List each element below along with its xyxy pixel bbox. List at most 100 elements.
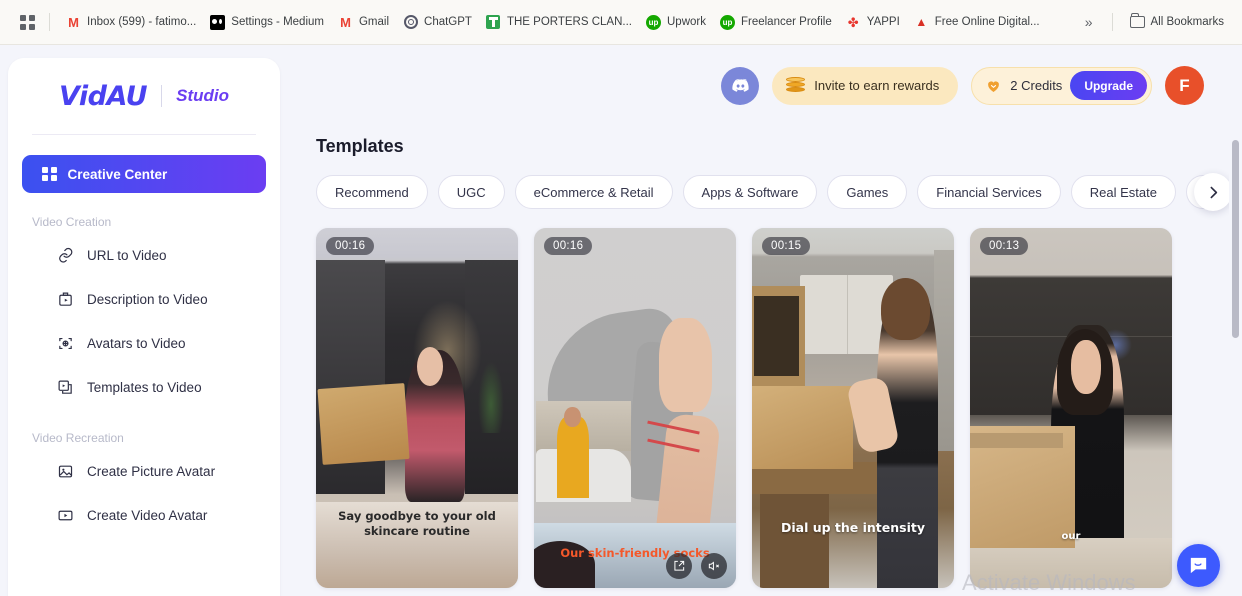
sidebar-item-label: Create Picture Avatar	[87, 463, 216, 479]
page-title: Templates	[316, 136, 404, 156]
duration-badge: 00:16	[326, 237, 375, 255]
card-caption: Dial up the intensity	[780, 520, 926, 536]
bookmark-label: ChatGPT	[424, 16, 472, 28]
duration-badge: 00:13	[980, 237, 1029, 255]
bookmarks-overflow-button[interactable]: »	[1075, 14, 1103, 30]
brand-logo[interactable]: VidAU Studio	[8, 58, 280, 134]
duration-badge: 00:16	[544, 237, 593, 255]
header-bar: Invite to earn rewards 2 Credits Upgrade…	[292, 58, 1220, 126]
bookmark-label: Gmail	[358, 16, 390, 28]
divider	[49, 13, 50, 31]
discord-button[interactable]	[721, 66, 760, 105]
upwork-icon: up	[719, 14, 735, 30]
bookmark-settings-medium[interactable]: Settings - Medium	[203, 9, 331, 35]
chip-apps-software[interactable]: Apps & Software	[682, 175, 818, 209]
sidebar-group-title-video-creation: Video Creation	[32, 215, 112, 229]
chip-financial-services[interactable]: Financial Services	[917, 175, 1061, 209]
bookmark-label: Inbox (599) - fatimo...	[87, 16, 197, 28]
sidebar-item-create-video-avatar[interactable]: Create Video Avatar	[22, 493, 266, 537]
bookmark-label: THE PORTERS CLAN...	[506, 16, 632, 28]
sidebar-item-label: Avatars to Video	[87, 335, 186, 351]
app-root: M Inbox (599) - fatimo... Settings - Med…	[0, 0, 1242, 596]
video-icon	[56, 506, 74, 524]
bookmark-upwork[interactable]: up Upwork	[639, 9, 713, 35]
share-icon[interactable]	[666, 553, 692, 579]
card-caption: our	[1061, 530, 1081, 542]
mute-icon[interactable]	[701, 553, 727, 579]
coin-stack-icon	[786, 76, 806, 95]
discord-icon	[732, 78, 749, 92]
scrollbar-thumb[interactable]	[1232, 140, 1239, 338]
all-bookmarks-button[interactable]: All Bookmarks	[1122, 9, 1233, 35]
bookmark-label: YAPPI	[866, 16, 900, 28]
bookmark-yappi[interactable]: ✤ YAPPI	[839, 9, 907, 35]
bookmark-label: Freelancer Profile	[740, 16, 832, 28]
bookmark-inbox[interactable]: M Inbox (599) - fatimo...	[59, 9, 203, 35]
sidebar-item-label: Templates to Video	[87, 379, 202, 395]
divider	[1111, 13, 1113, 31]
chip-real-estate[interactable]: Real Estate	[1070, 175, 1176, 209]
credits-label: 2 Credits	[1010, 78, 1063, 93]
template-card-grid: 00:16 Say goodbye to your old skincare r…	[316, 228, 1228, 588]
sidebar-item-label: Create Video Avatar	[87, 507, 208, 523]
link-icon	[56, 246, 74, 264]
digital-icon: ▲	[915, 15, 928, 29]
bookmark-label: Upwork	[667, 16, 706, 28]
bookmark-freelancer-profile[interactable]: up Freelancer Profile	[713, 9, 839, 35]
chip-ugc[interactable]: UGC	[437, 175, 505, 209]
sidebar-group-title-video-recreation: Video Recreation	[32, 431, 124, 445]
divider	[161, 85, 163, 107]
bookmark-label: Free Online Digital...	[934, 16, 1040, 28]
medium-icon	[210, 14, 226, 30]
gmail-icon: M	[340, 14, 351, 30]
image-icon	[56, 462, 74, 480]
sidebar-item-templates-to-video[interactable]: Templates to Video	[22, 365, 266, 409]
bookmark-chatgpt[interactable]: ChatGPT	[396, 9, 479, 35]
template-card[interactable]: 00:13 our	[970, 228, 1172, 588]
sidebar-item-creative-center[interactable]: Creative Center	[22, 155, 266, 193]
templates-icon	[56, 378, 74, 396]
chip-games[interactable]: Games	[827, 175, 908, 209]
sidebar-item-label: Description to Video	[87, 291, 208, 307]
credit-gem-icon	[985, 78, 1002, 94]
sidebar-item-url-to-video[interactable]: URL to Video	[22, 233, 266, 277]
apps-grid-icon[interactable]	[14, 9, 40, 35]
sidebar-item-avatars-to-video[interactable]: Avatars to Video	[22, 321, 266, 365]
user-avatar[interactable]: F	[1165, 66, 1204, 105]
sidebar-item-label: Creative Center	[67, 166, 168, 182]
credits-display[interactable]: 2 Credits Upgrade	[971, 66, 1152, 105]
chat-bubble-icon	[1190, 557, 1207, 574]
browser-bookmarks-bar: M Inbox (599) - fatimo... Settings - Med…	[0, 0, 1242, 45]
upwork-icon: up	[646, 14, 661, 30]
folder-icon	[1129, 13, 1145, 28]
chip-ecommerce-retail[interactable]: eCommerce & Retail	[514, 175, 673, 209]
bookmark-gmail[interactable]: M Gmail	[331, 9, 396, 35]
logo-text: VidAU	[58, 80, 148, 112]
sidebar-item-description-to-video[interactable]: Description to Video	[22, 277, 266, 321]
chat-widget-button[interactable]	[1177, 544, 1220, 587]
bookmark-free-online-digital[interactable]: ▲ Free Online Digital...	[907, 9, 1047, 35]
avatar-focus-icon	[56, 334, 74, 352]
template-card[interactable]: 00:16 Say goodbye to your old skincare r…	[316, 228, 518, 588]
duration-badge: 00:15	[762, 237, 811, 255]
grid-icon	[42, 166, 57, 182]
bookmark-porters-clan[interactable]: THE PORTERS CLAN...	[479, 9, 639, 35]
template-card[interactable]: 00:16 Our skin-friendly socks	[534, 228, 736, 588]
template-thumbnail	[534, 228, 736, 588]
chatgpt-icon	[403, 15, 418, 30]
card-caption: Say goodbye to your old skincare routine	[338, 509, 496, 538]
sidebar: VidAU Studio Creative Center Video Creat…	[8, 58, 280, 596]
invite-to-earn-rewards-button[interactable]: Invite to earn rewards	[772, 66, 959, 105]
all-bookmarks-label: All Bookmarks	[1150, 16, 1225, 28]
invite-label: Invite to earn rewards	[814, 78, 940, 93]
bookmark-label: Settings - Medium	[231, 16, 324, 28]
porters-icon	[486, 15, 501, 30]
sidebar-item-create-picture-avatar[interactable]: Create Picture Avatar	[22, 449, 266, 493]
upgrade-button[interactable]: Upgrade	[1070, 71, 1147, 100]
chip-recommend[interactable]: Recommend	[316, 175, 428, 209]
scrollbar-track[interactable]	[1229, 45, 1242, 596]
template-card[interactable]: 00:15 Dial up the intensity	[752, 228, 954, 588]
description-video-icon	[56, 290, 74, 308]
chevron-right-icon[interactable]	[1194, 173, 1232, 211]
header-actions: Invite to earn rewards 2 Credits Upgrade…	[721, 66, 1204, 105]
